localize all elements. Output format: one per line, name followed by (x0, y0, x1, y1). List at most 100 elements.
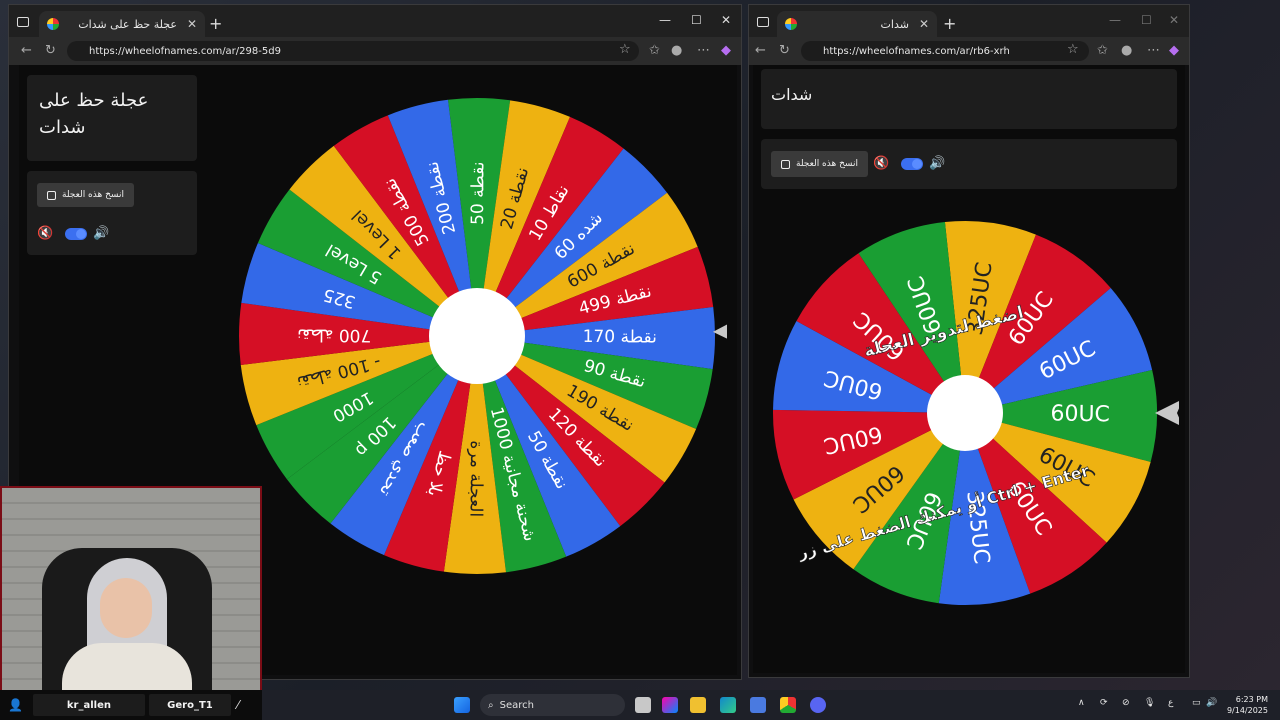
tab-title-right: شدات (880, 17, 909, 31)
page-content-right: شدات انسخ هذه العجلة 🔇 🔊 325UC 60UC 60UC 60… (753, 65, 1185, 673)
refresh-icon-right[interactable]: ↻ (779, 43, 790, 58)
person-icon: 👤 (8, 698, 23, 712)
minimize-icon[interactable]: — (659, 13, 671, 27)
favorites-icon[interactable]: ✩ (649, 43, 660, 58)
tray-chevron-icon[interactable]: ∧ (1078, 698, 1085, 708)
controls-card: انسخ هذه العجلة 🔇 🔊 (27, 171, 197, 255)
menu-dots-icon[interactable]: ⋯ (697, 43, 710, 58)
controls-card-right: انسخ هذه العجلة 🔇 🔊 (761, 139, 1177, 189)
copy-icon-right (781, 159, 790, 169)
minimize-icon-right[interactable]: — (1109, 13, 1121, 27)
tab-actions-icon-right[interactable] (757, 17, 769, 27)
tab-bar-right: شدات ✕ + — ☐ ✕ (749, 5, 1189, 37)
webcam-streamer (42, 548, 212, 694)
favorite-star-icon[interactable]: ☆ (619, 42, 631, 57)
wheel-left-segment-label: العجلة مرة (465, 440, 486, 517)
tray-monitor-icon[interactable]: ▭ (1192, 698, 1201, 708)
tab-bar: عجلة حظ على شدات ✕ + — ☐ ✕ (9, 5, 741, 37)
wheel-left-segment-label: نقطة 50 (468, 161, 489, 225)
duplicate-wheel-button[interactable]: انسخ هذه العجلة (37, 183, 134, 207)
name-tag-1: kr_allen (32, 694, 145, 716)
copilot-icon-right[interactable]: ◆ (1169, 43, 1179, 58)
wheel-left-segment-label: نقطة 170 (583, 327, 657, 348)
title-card-right: شدات (761, 69, 1177, 129)
address-bar-row: ← ↻ https://wheelofnames.com/ar/298-5d9 … (9, 37, 741, 65)
window-close-icon-right[interactable]: ✕ (1169, 13, 1179, 27)
mute-icon[interactable]: 🔇 (37, 226, 53, 241)
url-field[interactable]: https://wheelofnames.com/ar/298-5d9 (67, 41, 639, 61)
speaker-icon[interactable]: 🔊 (93, 226, 109, 241)
refresh-icon[interactable]: ↻ (45, 43, 56, 58)
taskbar-search[interactable]: ⌕ Search (480, 694, 625, 716)
streamer-body (62, 643, 192, 694)
new-tab-icon[interactable]: + (209, 14, 222, 33)
windows-taskbar: ⌕ Search ∧ ⟳ ⊘ 🎙 ع ▭ 🔊 6:23 PM 9/14/2025 (262, 690, 1280, 720)
clock-time: 6:23 PM (1235, 695, 1268, 704)
chrome-icon[interactable] (780, 697, 796, 713)
speaker-icon-right[interactable]: 🔊 (929, 156, 945, 171)
copilot-icon[interactable]: ◆ (721, 43, 731, 58)
task-view-icon[interactable] (635, 697, 651, 713)
tray-mic-icon[interactable]: 🎙 (1144, 698, 1155, 708)
back-icon[interactable]: ← (21, 43, 32, 58)
page-title-right: شدات (771, 85, 813, 104)
profile-icon[interactable]: ● (671, 43, 682, 58)
maximize-icon-right[interactable]: ☐ (1141, 13, 1152, 27)
duplicate-label-right: انسخ هذه العجلة (796, 159, 858, 169)
new-tab-icon-right[interactable]: + (943, 14, 956, 33)
tab-close-icon[interactable]: ✕ (187, 17, 197, 31)
wheel-left[interactable]: نقطة 50نقطة 20نقاط 10شده 60نقطة 600نقطة … (227, 91, 727, 591)
title-card: عجلة حظ على شدات (27, 75, 197, 161)
start-icon[interactable] (454, 697, 470, 713)
sound-toggle[interactable] (65, 228, 87, 240)
webcam-name-bar: 👤 kr_allen Gero_T1 ⁄ (0, 690, 262, 720)
tab-close-icon-right[interactable]: ✕ (919, 17, 929, 31)
profile-icon-right[interactable]: ● (1121, 43, 1132, 58)
back-icon-right[interactable]: ← (755, 43, 766, 58)
tab-title: عجلة حظ على شدات (78, 17, 177, 31)
wheel-left-segment-label: 700 نقطة (297, 324, 371, 345)
edge-browser-icon[interactable] (720, 697, 736, 713)
taskbar-clock[interactable]: 6:23 PM 9/14/2025 (1227, 694, 1268, 716)
menu-dots-icon-right[interactable]: ⋯ (1147, 43, 1160, 58)
tab-active[interactable]: عجلة حظ على شدات ✕ (39, 11, 205, 37)
clock-date: 9/14/2025 (1226, 706, 1268, 715)
webcam-overlay (0, 486, 262, 696)
maximize-icon[interactable]: ☐ (691, 13, 702, 27)
window-close-icon[interactable]: ✕ (721, 13, 731, 27)
wheel-left-hub[interactable] (429, 288, 525, 384)
favorites-icon-right[interactable]: ✩ (1097, 43, 1108, 58)
file-explorer-icon[interactable] (690, 697, 706, 713)
slash-icon: ⁄ (236, 698, 239, 712)
streamer-face (100, 578, 152, 638)
tab-actions-icon[interactable] (17, 17, 29, 27)
copilot-app-icon[interactable] (662, 697, 678, 713)
wheel-favicon-icon (47, 18, 59, 30)
wheel-right-segment-label: 60UC (1050, 401, 1110, 427)
tray-sync-icon[interactable]: ⟳ (1100, 698, 1108, 708)
url-text-right: https://wheelofnames.com/ar/rb6-xrh (823, 45, 1010, 57)
tray-network-icon[interactable]: ⊘ (1122, 698, 1130, 708)
search-label: Search (499, 699, 534, 711)
chat-icon[interactable] (810, 697, 826, 713)
wheel-favicon-icon-right (785, 18, 797, 30)
url-field-right[interactable]: https://wheelofnames.com/ar/rb6-xrh (801, 41, 1089, 61)
tab-active-right[interactable]: شدات ✕ (777, 11, 937, 37)
wheel-right-pointer-icon (1155, 401, 1179, 425)
wheel-right[interactable]: 325UC 60UC60UC60UC60UC60UC325UC60UC60UC60… (759, 201, 1179, 621)
search-icon: ⌕ (488, 699, 494, 711)
favorite-star-icon-right[interactable]: ☆ (1067, 42, 1079, 57)
wheel-right-hub[interactable] (927, 375, 1003, 451)
duplicate-wheel-button-right[interactable]: انسخ هذه العجلة (771, 151, 868, 177)
tray-lang[interactable]: ع (1168, 698, 1173, 708)
store-icon[interactable] (750, 697, 766, 713)
address-bar-row-right: ← ↻ https://wheelofnames.com/ar/rb6-xrh … (749, 37, 1189, 65)
page-title: عجلة حظ على شدات (39, 90, 149, 138)
mute-icon-right[interactable]: 🔇 (873, 156, 889, 171)
url-text: https://wheelofnames.com/ar/298-5d9 (89, 45, 281, 57)
right-browser-window: شدات ✕ + — ☐ ✕ ← ↻ https://wheelofnames.… (748, 4, 1190, 678)
tray-volume-icon[interactable]: 🔊 (1206, 698, 1217, 708)
sound-toggle-right[interactable] (901, 158, 923, 170)
copy-icon (47, 190, 56, 200)
name-tag-2: Gero_T1 (148, 694, 231, 716)
